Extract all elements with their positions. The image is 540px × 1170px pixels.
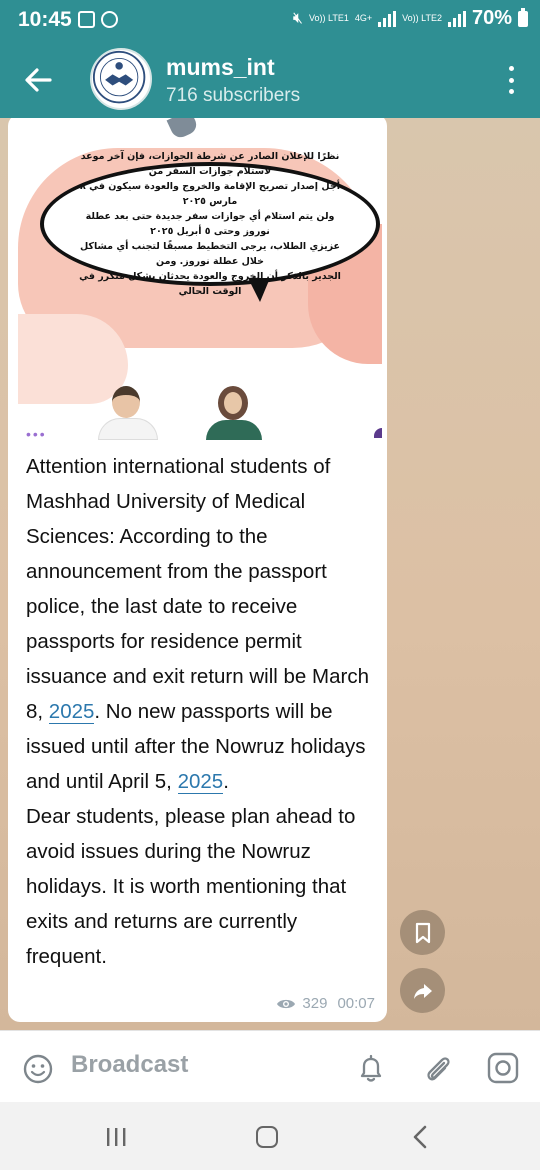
- battery-percent: 70%: [471, 7, 512, 29]
- share-button[interactable]: [400, 968, 445, 1013]
- post-image[interactable]: نظرًا للإعلان الصادر عن شرطة الجوازات، ف…: [18, 118, 382, 440]
- arrow-left-icon[interactable]: [20, 62, 56, 98]
- instagram-camera-icon[interactable]: [486, 1051, 520, 1085]
- message-meta: 329 00:07: [276, 995, 375, 1012]
- signal-2-icon: [447, 10, 466, 27]
- battery-icon: [518, 7, 528, 27]
- student-illustration: [98, 386, 158, 440]
- speech-tail: [248, 278, 270, 302]
- sim2-label: Vo)) LTE2: [402, 13, 442, 23]
- subscriber-count: 716 subscribers: [166, 85, 301, 106]
- gallery-notification-icon: [78, 11, 95, 28]
- system-nav-bar: [0, 1102, 540, 1170]
- dots-decoration: •••: [26, 426, 47, 440]
- speech-bubble-text: نظرًا للإعلان الصادر عن شرطة الجوازات، ف…: [40, 151, 380, 297]
- recent-apps-icon[interactable]: [104, 1126, 128, 1148]
- message-text: Attention international students of Mash…: [26, 449, 376, 974]
- text-segment: Attention international students of Mash…: [26, 455, 375, 723]
- sim1-label: Vo)) LTE1: [308, 13, 349, 23]
- arabic-line: الجدير بالذكر أن الخروج والعودة يحدثان ب…: [79, 271, 341, 297]
- eye-icon: [277, 999, 296, 1008]
- arabic-line: أجل إصدار تصريح الإقامة والخروج والعودة …: [80, 181, 340, 207]
- smiley-icon[interactable]: [22, 1053, 54, 1085]
- status-bar: 10:45 🔇︎ Vo)) LTE1 4G+ Vo)) LTE2 70%: [0, 0, 540, 40]
- network-type: 4G+: [354, 13, 373, 23]
- chat-area[interactable]: نظرًا للإعلان الصادر عن شرطة الجوازات، ف…: [0, 118, 540, 1030]
- channel-bottom-bar: Broadcast: [0, 1030, 540, 1102]
- date-link[interactable]: 2025: [48, 700, 95, 724]
- mute-icon: 🔇︎: [292, 9, 303, 27]
- signal-1-icon: [378, 10, 397, 27]
- paperclip-icon[interactable]: [420, 1051, 456, 1087]
- channel-avatar[interactable]: [90, 48, 152, 110]
- broadcast-input[interactable]: Broadcast: [71, 1051, 188, 1079]
- share-arrow-icon: [413, 983, 432, 999]
- student-illustration: [204, 386, 264, 440]
- more-vertical-icon[interactable]: [504, 66, 518, 94]
- status-time: 10:45: [18, 8, 72, 31]
- arabic-line: عزيزي الطلاب، يرجى التخطيط مسبقًا لتجنب …: [79, 241, 341, 267]
- bookmark-button[interactable]: [400, 910, 445, 955]
- channel-header: mums_int 716 subscribers: [0, 40, 540, 118]
- bell-icon[interactable]: [354, 1051, 388, 1085]
- app-notification-icon: [101, 11, 118, 28]
- message-time: 00:07: [337, 995, 375, 1012]
- date-link[interactable]: 2025: [177, 770, 224, 794]
- arabic-line: ولن يتم استلام أي جوازات سفر جديدة حتى ب…: [85, 211, 335, 237]
- bookmark-icon: [415, 922, 430, 943]
- view-count: 329: [302, 995, 328, 1012]
- message-bubble[interactable]: نظرًا للإعلان الصادر عن شرطة الجوازات، ف…: [8, 118, 387, 1022]
- home-icon[interactable]: [256, 1126, 278, 1148]
- channel-name[interactable]: mums_int: [166, 54, 275, 81]
- status-right-cluster: 🔇︎ Vo)) LTE1 4G+ Vo)) LTE2 70%: [293, 7, 528, 30]
- nav-back-icon[interactable]: [410, 1124, 430, 1150]
- arabic-line: نظرًا للإعلان الصادر عن شرطة الجوازات، ف…: [80, 151, 340, 177]
- bottle-illustration: [166, 118, 200, 141]
- text-segment: . Dear students, please plan ahead to av…: [26, 770, 356, 968]
- decor-corner: [374, 428, 382, 438]
